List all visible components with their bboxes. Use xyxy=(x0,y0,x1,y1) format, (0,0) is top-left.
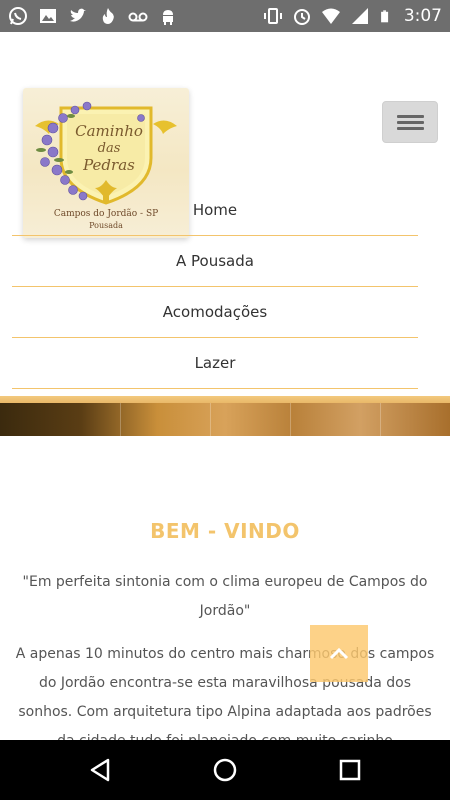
signal-icon xyxy=(351,8,368,24)
header-border xyxy=(0,396,450,403)
menu-item-acomodacoes[interactable]: Acomodações xyxy=(12,287,418,338)
image-icon xyxy=(40,9,56,23)
alarm-icon xyxy=(293,9,310,25)
welcome-body: A apenas 10 minutos do centro mais charm… xyxy=(15,646,435,749)
menu-toggle-button[interactable] xyxy=(382,101,438,143)
welcome-heading: BEM - VINDO xyxy=(150,519,300,543)
status-bar: 3:07 xyxy=(0,0,450,32)
home-icon[interactable] xyxy=(211,756,239,784)
menu-item-a-pousada[interactable]: A Pousada xyxy=(12,236,418,287)
vibrate-icon xyxy=(263,8,282,24)
scroll-to-top-button[interactable] xyxy=(310,625,368,682)
welcome-quote: "Em perfeita sintonia com o clima europe… xyxy=(22,574,428,619)
recents-icon[interactable] xyxy=(336,756,364,784)
hero-banner-image xyxy=(0,403,450,436)
menu-item-home[interactable]: Home xyxy=(12,185,418,236)
nav-menu: Home A Pousada Acomodações Lazer xyxy=(12,185,418,389)
system-nav-bar xyxy=(0,740,450,800)
hamburger-icon xyxy=(397,115,424,118)
android-icon xyxy=(163,10,173,25)
battery-icon xyxy=(380,10,388,23)
twitter-icon xyxy=(70,8,86,22)
voicemail-icon xyxy=(128,12,148,22)
back-icon[interactable] xyxy=(86,756,114,784)
site-header: Caminho das Pedras Campos do Jordão - SP… xyxy=(0,32,450,396)
logo-title-line1: Caminho xyxy=(75,122,143,140)
chevron-up-icon xyxy=(329,647,349,660)
menu-item-lazer[interactable]: Lazer xyxy=(12,338,418,389)
tinder-icon xyxy=(102,8,114,24)
logo-title-line2: das xyxy=(98,141,121,156)
logo-title-line3: Pedras xyxy=(82,156,135,174)
wifi-icon xyxy=(321,8,340,24)
whatsapp-icon xyxy=(9,7,27,25)
status-time: 3:07 xyxy=(403,6,442,26)
